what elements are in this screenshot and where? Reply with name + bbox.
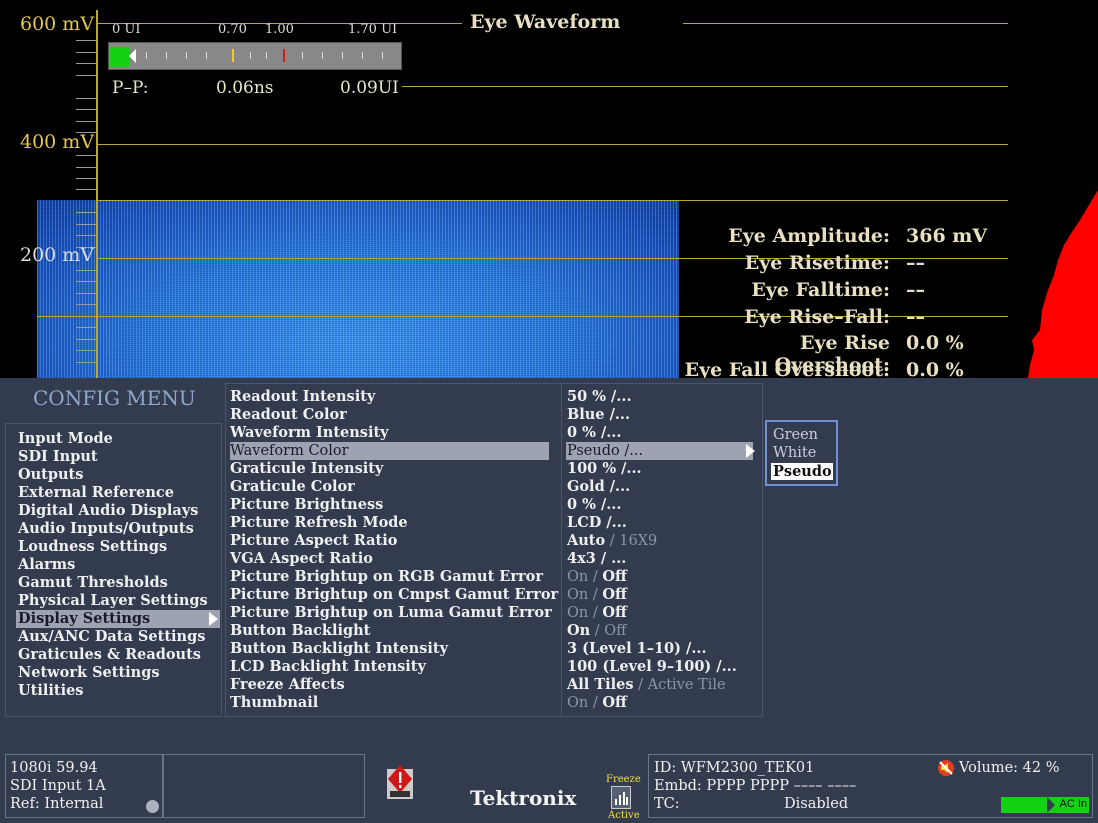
category-digital-audio-displays[interactable]: Digital Audio Displays bbox=[18, 502, 198, 520]
gauge-marker-070 bbox=[232, 49, 234, 62]
readout-value-rise-fall: –– bbox=[906, 306, 925, 328]
video-format: 1080i 59.94 bbox=[10, 760, 98, 776]
category-alarms[interactable]: Alarms bbox=[18, 556, 75, 574]
eye-pattern-trace bbox=[37, 200, 679, 378]
category-physical-layer-settings[interactable]: Physical Layer Settings bbox=[18, 592, 208, 610]
category-input-mode[interactable]: Input Mode bbox=[18, 430, 113, 448]
reference-indicator-icon bbox=[146, 800, 159, 813]
eye-waveform-display: 600 mV 400 mV 200 mV Eye Waveform 0 UI 0… bbox=[0, 0, 1098, 378]
readout-value-risetime: –– bbox=[906, 252, 925, 274]
config-menu-title: CONFIG MENU bbox=[33, 386, 196, 410]
readout-value-falltime: –– bbox=[906, 279, 925, 301]
graticule-line-400 bbox=[96, 144, 1008, 145]
setting-picture-refresh-mode[interactable]: Picture Refresh Mode LCD /... bbox=[230, 514, 750, 532]
alarm-warning-icon bbox=[387, 765, 413, 799]
pp-label: P–P: bbox=[112, 78, 149, 98]
gauge-marker-100 bbox=[283, 49, 285, 62]
setting-picture-brightness[interactable]: Picture Brightness 0 % /... bbox=[230, 496, 750, 514]
category-external-reference[interactable]: External Reference bbox=[18, 484, 174, 502]
input-status-box: 1080i 59.94 SDI Input 1A Ref: Internal bbox=[5, 754, 163, 818]
category-gamut-thresholds[interactable]: Gamut Thresholds bbox=[18, 574, 168, 592]
voltage-label-200: 200 mV bbox=[20, 244, 95, 266]
category-loudness-settings[interactable]: Loudness Settings bbox=[18, 538, 167, 556]
category-aux-anc-data-settings[interactable]: Aux/ANC Data Settings bbox=[18, 628, 205, 646]
readout-label-falltime: Eye Falltime: bbox=[751, 279, 890, 301]
setting-waveform-intensity[interactable]: Waveform Intensity 0 % /... bbox=[230, 424, 750, 442]
tektronix-logo: Tektronix bbox=[470, 786, 577, 810]
graticule-line-300 bbox=[96, 200, 1008, 201]
submenu-option-pseudo[interactable]: Pseudo bbox=[771, 463, 833, 480]
graticule-line-600-right bbox=[683, 23, 1008, 24]
reference-status: Ref: Internal bbox=[10, 796, 104, 812]
ac-in-label: AC In bbox=[1059, 798, 1087, 810]
gauge-label-0ui: 0 UI bbox=[112, 22, 141, 37]
crossing-histogram bbox=[1028, 190, 1098, 378]
freeze-label: Freeze bbox=[606, 774, 641, 785]
setting-thumbnail[interactable]: Thumbnail On / Off bbox=[230, 694, 750, 712]
readout-label-amplitude: Eye Amplitude: bbox=[728, 225, 890, 247]
power-indicator: AC In bbox=[1001, 797, 1089, 813]
freeze-thumbnail-icon[interactable] bbox=[611, 786, 631, 809]
device-id: ID: WFM2300_TEK01 bbox=[654, 760, 815, 776]
device-status-box: ID: WFM2300_TEK01 Embd: PPPP PPPP –––– –… bbox=[648, 754, 1093, 818]
setting-brightup-cmpst-gamut[interactable]: Picture Brightup on Cmpst Gamut Error On … bbox=[230, 586, 750, 604]
setting-lcd-backlight-intensity[interactable]: LCD Backlight Intensity 100 (Level 9–100)… bbox=[230, 658, 750, 676]
jitter-gauge bbox=[108, 42, 402, 70]
jitter-gauge-fill bbox=[110, 47, 130, 67]
waveform-color-submenu: Green White Pseudo bbox=[765, 420, 838, 486]
alarm-status-box bbox=[163, 754, 365, 818]
category-utilities[interactable]: Utilities bbox=[18, 682, 83, 700]
category-display-settings-label: Display Settings bbox=[18, 610, 151, 627]
speaker-muted-icon bbox=[937, 759, 955, 777]
setting-picture-aspect-ratio[interactable]: Picture Aspect Ratio Auto / 16X9 bbox=[230, 532, 750, 550]
gauge-pointer-icon bbox=[129, 49, 136, 63]
setting-button-backlight[interactable]: Button Backlight On / Off bbox=[230, 622, 750, 640]
setting-graticule-color[interactable]: Graticule Color Gold /... bbox=[230, 478, 750, 496]
submenu-option-white[interactable]: White bbox=[773, 445, 816, 462]
setting-button-backlight-intensity[interactable]: Button Backlight Intensity 3 (Level 1–10… bbox=[230, 640, 750, 658]
timecode-label: TC: bbox=[654, 796, 680, 812]
submenu-option-green[interactable]: Green bbox=[773, 427, 818, 444]
input-name: SDI Input 1A bbox=[10, 778, 106, 794]
category-graticules-readouts[interactable]: Graticules & Readouts bbox=[18, 646, 201, 664]
setting-readout-intensity[interactable]: Readout Intensity 50 % /... bbox=[230, 388, 750, 406]
setting-brightup-rgb-gamut[interactable]: Picture Brightup on RGB Gamut Error On / … bbox=[230, 568, 750, 586]
timecode-value: Disabled bbox=[784, 796, 849, 812]
submenu-arrow-icon bbox=[746, 444, 755, 458]
waveform-title: Eye Waveform bbox=[470, 11, 621, 33]
graticule-line-500 bbox=[402, 86, 1008, 87]
readout-label-fall-overshoot: Eye Fall Overshoot: bbox=[684, 359, 890, 378]
submenu-arrow-icon bbox=[209, 612, 218, 626]
readout-value-amplitude: 366 mV bbox=[906, 225, 988, 247]
pp-ns-value: 0.06ns bbox=[216, 78, 274, 98]
readout-label-risetime: Eye Risetime: bbox=[744, 252, 890, 274]
category-network-settings[interactable]: Network Settings bbox=[18, 664, 160, 682]
category-outputs[interactable]: Outputs bbox=[18, 466, 83, 484]
active-label: Active bbox=[608, 810, 640, 821]
category-display-settings[interactable]: Display Settings bbox=[16, 610, 220, 628]
setting-freeze-affects[interactable]: Freeze Affects All Tiles / Active Tile bbox=[230, 676, 750, 694]
setting-readout-color[interactable]: Readout Color Blue /... bbox=[230, 406, 750, 424]
category-list: Input Mode SDI Input Outputs External Re… bbox=[5, 423, 222, 717]
pp-ui-value: 0.09UI bbox=[340, 78, 399, 98]
voltage-ruler bbox=[96, 10, 98, 378]
setting-vga-aspect-ratio[interactable]: VGA Aspect Ratio 4x3 / ... bbox=[230, 550, 750, 568]
gauge-label-170ui: 1.70 UI bbox=[348, 22, 398, 37]
setting-graticule-intensity[interactable]: Graticule Intensity 100 % /... bbox=[230, 460, 750, 478]
voltage-label-600: 600 mV bbox=[20, 13, 95, 35]
category-sdi-input[interactable]: SDI Input bbox=[18, 448, 98, 466]
volume-readout: Volume: 42 % bbox=[959, 760, 1060, 776]
gauge-label-070: 0.70 bbox=[218, 22, 247, 37]
readout-label-rise-fall: Eye Rise–Fall: bbox=[744, 306, 890, 328]
setting-brightup-luma-gamut[interactable]: Picture Brightup on Luma Gamut Error On /… bbox=[230, 604, 750, 622]
setting-waveform-color[interactable]: Waveform Color Pseudo /... bbox=[230, 442, 755, 460]
readout-value-rise-overshoot: 0.0 % bbox=[906, 332, 964, 354]
readout-value-fall-overshoot: 0.0 % bbox=[906, 359, 964, 378]
embedded-audio-status: Embd: PPPP PPPP –––– –––– bbox=[654, 778, 857, 794]
gauge-label-100: 1.00 bbox=[265, 22, 294, 37]
category-audio-inputs-outputs[interactable]: Audio Inputs/Outputs bbox=[18, 520, 194, 538]
voltage-label-400: 400 mV bbox=[20, 131, 95, 153]
